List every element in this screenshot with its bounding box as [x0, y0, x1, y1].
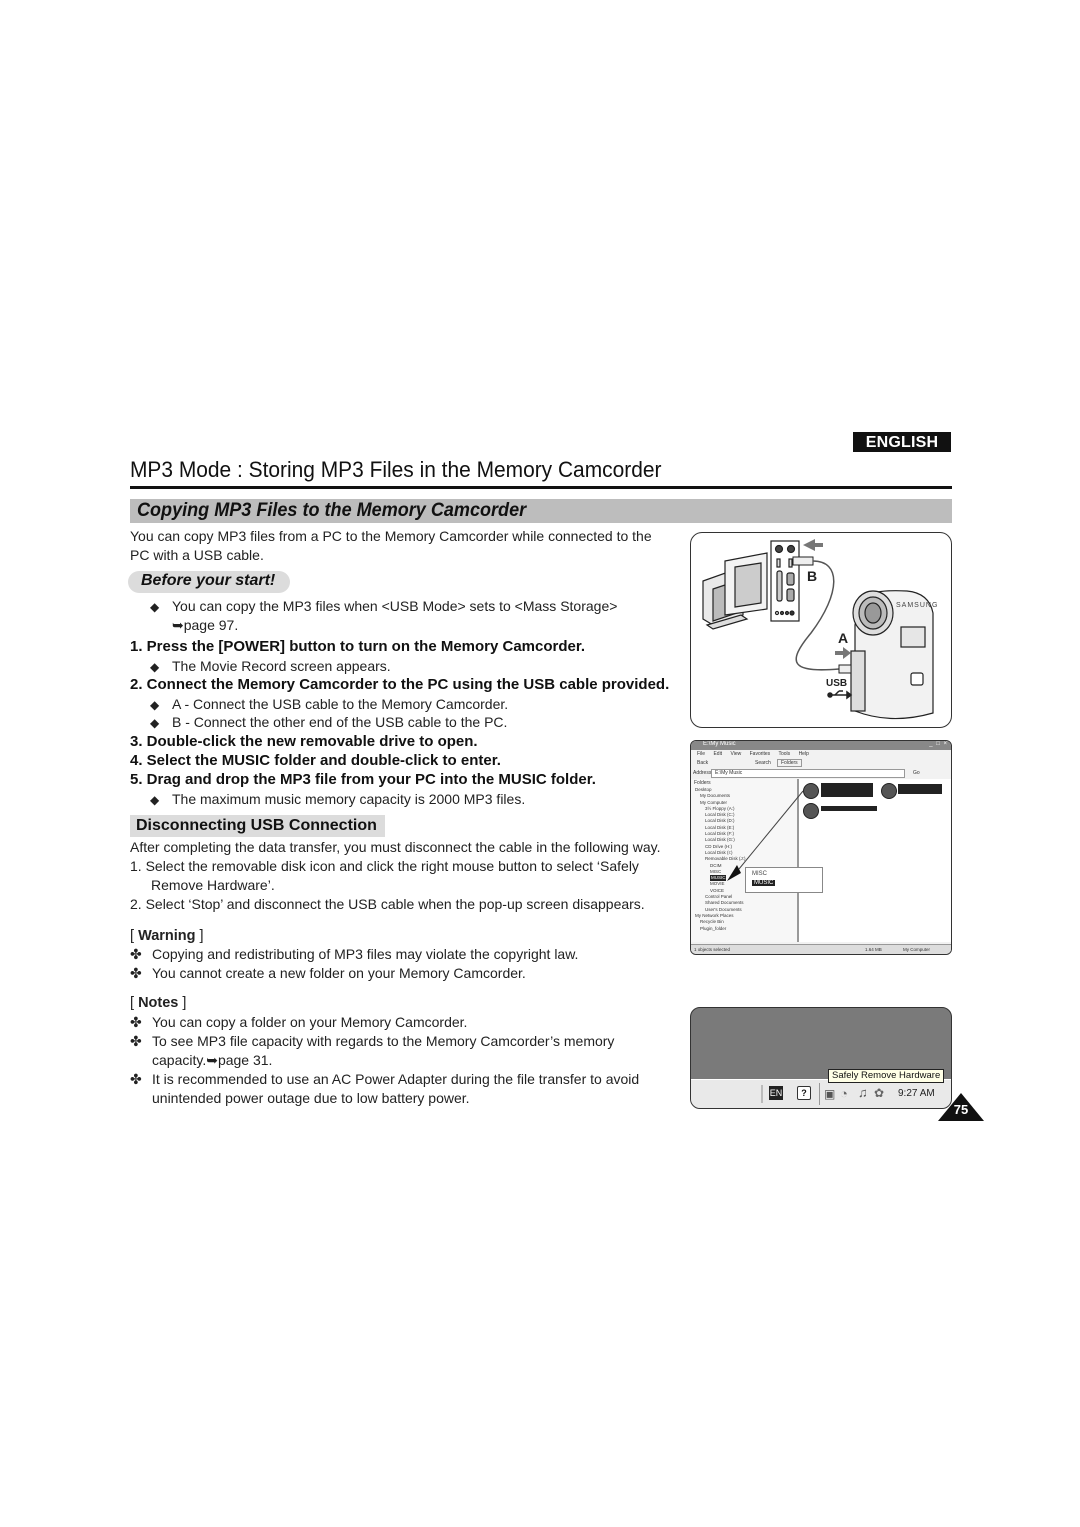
- step-2-bullet-b: ◆ B - Connect the other end of the USB ca…: [150, 713, 507, 733]
- warning-heading: [ Warning ]: [130, 927, 204, 946]
- step-1-bullet-text: The Movie Record screen appears.: [172, 658, 391, 674]
- step-1-bullet: ◆ The Movie Record screen appears.: [150, 657, 391, 677]
- help-icon[interactable]: ?: [797, 1086, 811, 1100]
- notes-item-1: ✤ You can copy a folder on your Memory Ca…: [130, 1013, 467, 1032]
- diamond-bullet-icon: ◆: [150, 660, 160, 674]
- step-2-bullet-a-text: A - Connect the USB cable to the Memory …: [172, 696, 509, 712]
- notes-item-3-text: It is recommended to use an AC Power Ada…: [152, 1071, 640, 1087]
- network-icon[interactable]: ◔: [840, 1086, 848, 1101]
- notes-item-2-cont: capacity.➥page 31.: [152, 1052, 273, 1068]
- camcorder-brand: SAMSUNG: [896, 602, 938, 609]
- taskbar-separator: [761, 1085, 763, 1103]
- disconnect-item-1: 1. Select the removable disk icon and cl…: [130, 858, 639, 874]
- volume-icon[interactable]: ♫: [858, 1085, 868, 1100]
- before-start-label: Before your start!: [141, 572, 276, 589]
- label-b: B: [807, 568, 817, 584]
- notes-item-2-text: To see MP3 file capacity with regards to…: [152, 1033, 615, 1049]
- step-1: 1. Press the [POWER] button to turn on t…: [130, 638, 586, 655]
- bracket-open: [: [130, 928, 139, 944]
- intro-line-1: You can copy MP3 files from a PC to the …: [130, 528, 652, 544]
- step-3: 3. Double-click the new removable drive …: [130, 733, 478, 750]
- step-5: 5. Drag and drop the MP3 file from your …: [130, 771, 596, 788]
- explorer-window-screenshot: E:\My Music _ □ × File Edit View Favorit…: [690, 740, 952, 955]
- clover-bullet-icon: ✤: [130, 1014, 142, 1030]
- page-title: MP3 Mode : Storing MP3 Files in the Memo…: [130, 457, 662, 482]
- warning-item-2: ✤ You cannot create a new folder on your …: [130, 964, 526, 983]
- intro-line-2: PC with a USB cable.: [130, 547, 264, 563]
- before-start-bullet-text: You can copy the MP3 files when <USB Mod…: [172, 598, 618, 614]
- disconnect-intro: After completing the data transfer, you …: [130, 839, 661, 855]
- drag-arrow: [727, 790, 804, 881]
- drag-path-line: [738, 790, 804, 870]
- clock[interactable]: 9:27 AM: [898, 1088, 935, 1099]
- clover-bullet-icon: ✤: [130, 965, 142, 981]
- step-2-bullet-a: ◆ A - Connect the USB cable to the Memory…: [150, 695, 508, 715]
- arrow-left-icon: [803, 539, 823, 551]
- step-5-bullet: ◆ The maximum music memory capacity is 20…: [150, 790, 525, 810]
- bracket-close: ]: [195, 928, 204, 944]
- pointer-arrow-icon: [727, 865, 741, 881]
- warning-heading-text: Warning: [138, 928, 196, 944]
- taskbar: EN ? ▣ ◔ ♫ ✿ 9:27 AM: [691, 1079, 951, 1108]
- disconnect-item-2: 2. Select ‘Stop’ and disconnect the USB …: [130, 896, 645, 912]
- status-size: 1.64 MB: [865, 947, 882, 952]
- page-number: 75: [953, 1102, 969, 1117]
- notes-item-1-text: You can copy a folder on your Memory Cam…: [152, 1014, 468, 1030]
- clover-bullet-icon: ✤: [130, 946, 142, 962]
- pc-back-panel: [770, 540, 800, 622]
- usb-plug-b: [792, 556, 814, 566]
- before-start-page-ref: ➥page 97.: [172, 617, 239, 633]
- step-5-bullet-text: The maximum music memory capacity is 200…: [172, 791, 526, 807]
- disconnect-heading-bar: Disconnecting USB Connection: [130, 815, 385, 837]
- step-2: 2. Connect the Memory Camcorder to the P…: [130, 676, 670, 693]
- clover-bullet-icon: ✤: [130, 1071, 142, 1087]
- popup-misc[interactable]: MISC: [752, 871, 767, 877]
- section-title-bar: Copying MP3 Files to the Memory Camcorde…: [130, 499, 952, 523]
- notes-heading-text: Notes: [138, 995, 179, 1011]
- system-tray: ▣ ◔ ♫ ✿ 9:27 AM: [819, 1083, 950, 1105]
- language-badge: ENGLISH: [853, 432, 951, 452]
- bracket-open: [: [130, 995, 139, 1011]
- status-location: My Computer: [903, 947, 931, 952]
- taskbar-screenshot: EN ? ▣ ◔ ♫ ✿ 9:27 AM Safely Remove Hardw…: [690, 1007, 952, 1109]
- usb-label: USB: [826, 678, 847, 689]
- language-indicator[interactable]: EN: [769, 1086, 783, 1100]
- bracket-close: ]: [178, 995, 187, 1011]
- diamond-bullet-icon: ◆: [150, 716, 160, 730]
- pc-tower-icon: [724, 552, 768, 616]
- usb-plug-a: [838, 664, 852, 674]
- label-a: A: [838, 630, 848, 646]
- status-bar: 1 objects selected 1.64 MB My Computer: [691, 944, 951, 954]
- section-title: Copying MP3 Files to the Memory Camcorde…: [137, 500, 527, 521]
- before-start-bullet: ◆ You can copy the MP3 files when <USB Mo…: [150, 597, 617, 617]
- disconnect-heading: Disconnecting USB Connection: [136, 817, 377, 834]
- notes-item-3-cont: unintended power outage due to low batte…: [152, 1090, 470, 1106]
- safely-remove-hardware-tooltip: Safely Remove Hardware: [828, 1069, 945, 1083]
- notes-heading: [ Notes ]: [130, 994, 186, 1013]
- popup-music[interactable]: MUSIC: [752, 880, 776, 886]
- diamond-bullet-icon: ◆: [150, 793, 160, 807]
- step-2-bullet-b-text: B - Connect the other end of the USB cab…: [172, 714, 508, 730]
- notes-item-3: ✤ It is recommended to use an AC Power Ad…: [130, 1070, 639, 1089]
- before-start-label-pill: Before your start!: [128, 571, 290, 593]
- safely-remove-hardware-icon[interactable]: ▣: [824, 1087, 835, 1101]
- arrow-right-icon: [835, 647, 851, 659]
- warning-item-2-text: You cannot create a new folder on your M…: [152, 965, 526, 981]
- status-selection: 1 objects selected: [694, 947, 731, 952]
- warning-item-1-text: Copying and redistributing of MP3 files …: [152, 946, 579, 962]
- diamond-bullet-icon: ◆: [150, 600, 160, 614]
- music-folder-popup: MISC MUSIC: [745, 867, 823, 893]
- disconnect-item-1-cont: Remove Hardware’.: [151, 877, 275, 893]
- tray-app-icon[interactable]: ✿: [874, 1086, 884, 1100]
- usb-symbol-icon: [827, 690, 853, 700]
- usb-connection-illustration: B SAMSUNG A USB: [690, 532, 952, 728]
- usb-cable: [795, 560, 840, 671]
- camcorder-icon: [850, 590, 934, 720]
- clover-bullet-icon: ✤: [130, 1033, 142, 1049]
- notes-item-2: ✤ To see MP3 file capacity with regards t…: [130, 1032, 614, 1051]
- title-divider: [130, 486, 952, 489]
- warning-item-1: ✤ Copying and redistributing of MP3 files…: [130, 945, 578, 964]
- connection-diagram: B SAMSUNG A USB: [702, 539, 938, 720]
- step-4: 4. Select the MUSIC folder and double-cl…: [130, 752, 501, 769]
